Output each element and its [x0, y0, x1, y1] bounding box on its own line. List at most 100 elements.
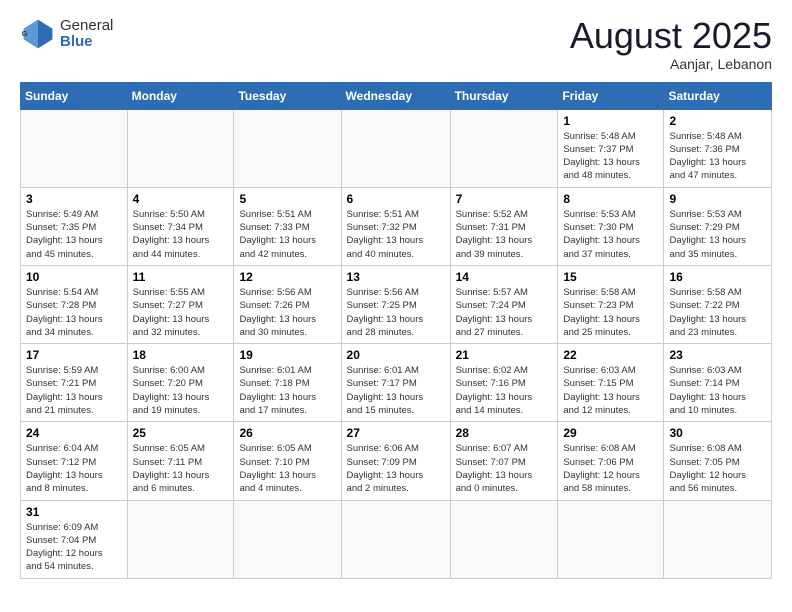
day-info: Sunrise: 5:51 AMSunset: 7:33 PMDaylight:… — [239, 208, 335, 261]
day-info: Sunrise: 5:53 AMSunset: 7:30 PMDaylight:… — [563, 208, 658, 261]
header: G General Blue August 2025 Aanjar, Leban… — [20, 16, 772, 72]
calendar-cell — [664, 500, 772, 578]
calendar-cell — [341, 109, 450, 187]
day-info: Sunrise: 5:52 AMSunset: 7:31 PMDaylight:… — [456, 208, 553, 261]
calendar-cell: 19 Sunrise: 6:01 AMSunset: 7:18 PMDayligh… — [234, 344, 341, 422]
calendar-cell: 24Sunrise: 6:04 AMSunset: 7:12 PMDayligh… — [21, 422, 128, 500]
calendar-cell: 6Sunrise: 5:51 AMSunset: 7:32 PMDaylight… — [341, 187, 450, 265]
calendar-cell: 2 Sunrise: 5:48 AMSunset: 7:36 PMDaylight… — [664, 109, 772, 187]
day-number: 2 — [669, 114, 766, 128]
calendar-cell: 15 Sunrise: 5:58 AMSunset: 7:23 PMDayligh… — [558, 265, 664, 343]
logo-text-area: General Blue — [60, 18, 113, 51]
calendar-cell: 11 Sunrise: 5:55 AMSunset: 7:27 PMDayligh… — [127, 265, 234, 343]
day-info: Sunrise: 5:54 AMSunset: 7:28 PMDaylight:… — [26, 286, 122, 339]
calendar-week-3: 10 Sunrise: 5:54 AMSunset: 7:28 PMDayligh… — [21, 265, 772, 343]
logo-icon: G — [20, 16, 56, 52]
day-info: Sunrise: 6:01 AMSunset: 7:18 PMDaylight:… — [239, 364, 335, 417]
calendar-cell: 26 Sunrise: 6:05 AMSunset: 7:10 PMDayligh… — [234, 422, 341, 500]
day-info: Sunrise: 6:08 AMSunset: 7:06 PMDaylight:… — [563, 442, 658, 495]
calendar-cell — [450, 500, 558, 578]
calendar-cell: 18Sunrise: 6:00 AMSunset: 7:20 PMDayligh… — [127, 344, 234, 422]
calendar-cell — [341, 500, 450, 578]
calendar-cell — [234, 500, 341, 578]
day-info: Sunrise: 5:58 AMSunset: 7:23 PMDaylight:… — [563, 286, 658, 339]
day-number: 22 — [563, 348, 658, 362]
day-info: Sunrise: 6:03 AMSunset: 7:15 PMDaylight:… — [563, 364, 658, 417]
day-info: Sunrise: 5:50 AMSunset: 7:34 PMDaylight:… — [133, 208, 229, 261]
day-number: 12 — [239, 270, 335, 284]
calendar-cell: 22 Sunrise: 6:03 AMSunset: 7:15 PMDayligh… — [558, 344, 664, 422]
svg-text:G: G — [22, 29, 28, 38]
day-number: 7 — [456, 192, 553, 206]
day-number: 26 — [239, 426, 335, 440]
calendar-week-1: 1Sunrise: 5:48 AMSunset: 7:37 PMDaylight… — [21, 109, 772, 187]
calendar-cell: 10 Sunrise: 5:54 AMSunset: 7:28 PMDayligh… — [21, 265, 128, 343]
calendar-cell — [234, 109, 341, 187]
day-number: 11 — [133, 270, 229, 284]
day-info: Sunrise: 5:55 AMSunset: 7:27 PMDaylight:… — [133, 286, 229, 339]
day-number: 5 — [239, 192, 335, 206]
calendar-cell: 16Sunrise: 5:58 AMSunset: 7:22 PMDayligh… — [664, 265, 772, 343]
calendar-cell — [127, 109, 234, 187]
day-info: Sunrise: 5:49 AMSunset: 7:35 PMDaylight:… — [26, 208, 122, 261]
day-number: 23 — [669, 348, 766, 362]
day-info: Sunrise: 5:59 AMSunset: 7:21 PMDaylight:… — [26, 364, 122, 417]
day-info: Sunrise: 5:51 AMSunset: 7:32 PMDaylight:… — [347, 208, 445, 261]
calendar-cell: 3Sunrise: 5:49 AMSunset: 7:35 PMDaylight… — [21, 187, 128, 265]
calendar-cell: 12 Sunrise: 5:56 AMSunset: 7:26 PMDayligh… — [234, 265, 341, 343]
calendar-cell: 25Sunrise: 6:05 AMSunset: 7:11 PMDayligh… — [127, 422, 234, 500]
day-number: 16 — [669, 270, 766, 284]
day-info: Sunrise: 6:07 AMSunset: 7:07 PMDaylight:… — [456, 442, 553, 495]
calendar-cell: 29 Sunrise: 6:08 AMSunset: 7:06 PMDayligh… — [558, 422, 664, 500]
calendar-cell: 9 Sunrise: 5:53 AMSunset: 7:29 PMDaylight… — [664, 187, 772, 265]
day-info: Sunrise: 5:48 AMSunset: 7:36 PMDaylight:… — [669, 130, 766, 183]
day-number: 15 — [563, 270, 658, 284]
calendar-cell: 30Sunrise: 6:08 AMSunset: 7:05 PMDayligh… — [664, 422, 772, 500]
day-info: Sunrise: 6:03 AMSunset: 7:14 PMDaylight:… — [669, 364, 766, 417]
day-info: Sunrise: 5:48 AMSunset: 7:37 PMDaylight:… — [563, 130, 658, 183]
day-info: Sunrise: 5:57 AMSunset: 7:24 PMDaylight:… — [456, 286, 553, 339]
calendar-cell — [127, 500, 234, 578]
day-info: Sunrise: 5:53 AMSunset: 7:29 PMDaylight:… — [669, 208, 766, 261]
day-number: 9 — [669, 192, 766, 206]
day-number: 13 — [347, 270, 445, 284]
calendar-header-row: SundayMondayTuesdayWednesdayThursdayFrid… — [21, 82, 772, 109]
calendar-cell: 4Sunrise: 5:50 AMSunset: 7:34 PMDaylight… — [127, 187, 234, 265]
day-number: 19 — [239, 348, 335, 362]
weekday-header-tuesday: Tuesday — [234, 82, 341, 109]
day-info: Sunrise: 5:56 AMSunset: 7:26 PMDaylight:… — [239, 286, 335, 339]
weekday-header-saturday: Saturday — [664, 82, 772, 109]
title-area: August 2025 Aanjar, Lebanon — [570, 16, 772, 72]
weekday-header-friday: Friday — [558, 82, 664, 109]
calendar-cell — [558, 500, 664, 578]
weekday-header-monday: Monday — [127, 82, 234, 109]
day-info: Sunrise: 6:05 AMSunset: 7:10 PMDaylight:… — [239, 442, 335, 495]
day-number: 25 — [133, 426, 229, 440]
calendar-cell: 17Sunrise: 5:59 AMSunset: 7:21 PMDayligh… — [21, 344, 128, 422]
calendar-cell: 28 Sunrise: 6:07 AMSunset: 7:07 PMDayligh… — [450, 422, 558, 500]
day-info: Sunrise: 6:08 AMSunset: 7:05 PMDaylight:… — [669, 442, 766, 495]
weekday-header-thursday: Thursday — [450, 82, 558, 109]
day-number: 8 — [563, 192, 658, 206]
day-info: Sunrise: 6:09 AMSunset: 7:04 PMDaylight:… — [26, 521, 122, 574]
day-info: Sunrise: 5:56 AMSunset: 7:25 PMDaylight:… — [347, 286, 445, 339]
weekday-header-sunday: Sunday — [21, 82, 128, 109]
day-number: 14 — [456, 270, 553, 284]
calendar-cell — [450, 109, 558, 187]
day-info: Sunrise: 6:00 AMSunset: 7:20 PMDaylight:… — [133, 364, 229, 417]
calendar-cell: 23 Sunrise: 6:03 AMSunset: 7:14 PMDayligh… — [664, 344, 772, 422]
day-number: 24 — [26, 426, 122, 440]
logo: G General Blue — [20, 16, 113, 52]
weekday-header-wednesday: Wednesday — [341, 82, 450, 109]
day-number: 29 — [563, 426, 658, 440]
calendar-cell: 21Sunrise: 6:02 AMSunset: 7:16 PMDayligh… — [450, 344, 558, 422]
calendar-week-4: 17Sunrise: 5:59 AMSunset: 7:21 PMDayligh… — [21, 344, 772, 422]
calendar-week-6: 31Sunrise: 6:09 AMSunset: 7:04 PMDayligh… — [21, 500, 772, 578]
calendar-cell: 27Sunrise: 6:06 AMSunset: 7:09 PMDayligh… — [341, 422, 450, 500]
logo-blue: Blue — [60, 33, 93, 50]
day-number: 10 — [26, 270, 122, 284]
calendar-cell: 13 Sunrise: 5:56 AMSunset: 7:25 PMDayligh… — [341, 265, 450, 343]
day-number: 28 — [456, 426, 553, 440]
day-number: 21 — [456, 348, 553, 362]
calendar-cell: 1Sunrise: 5:48 AMSunset: 7:37 PMDaylight… — [558, 109, 664, 187]
